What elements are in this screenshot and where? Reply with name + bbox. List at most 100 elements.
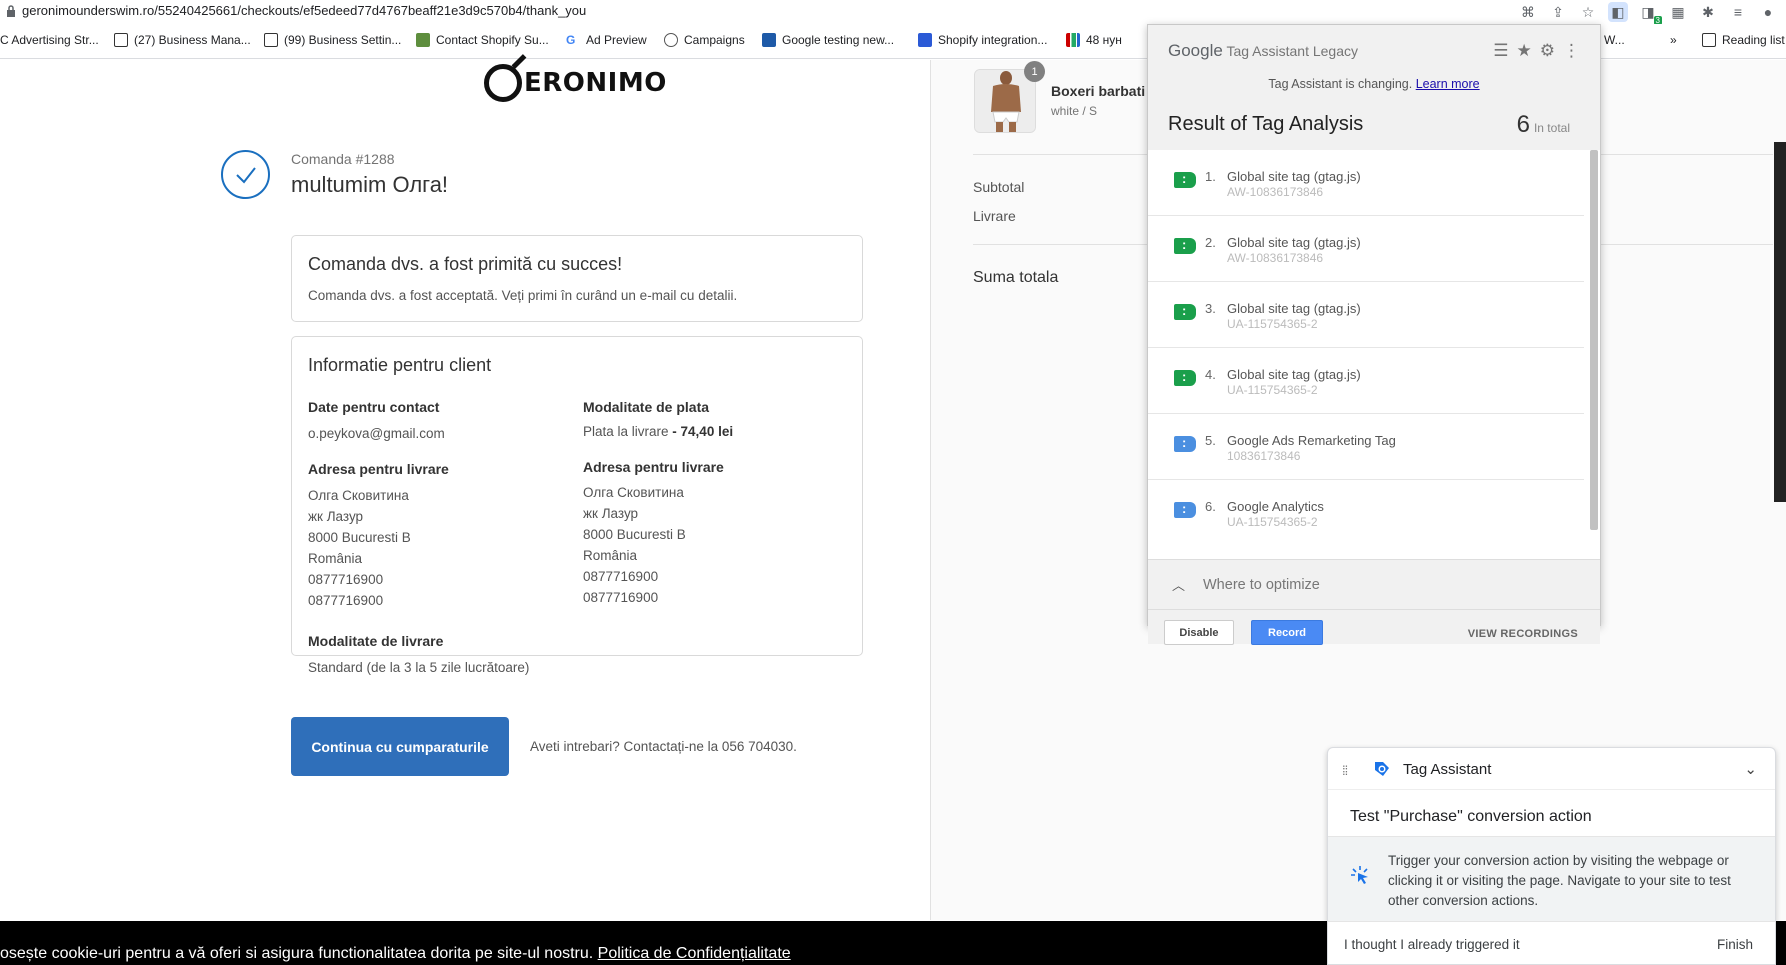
bookmark-item[interactable]: (27) Business Mana... [114,33,251,47]
bookmark-item[interactable]: G Ad Preview [566,33,647,47]
browser-url-bar[interactable]: geronimounderswim.ro/55240425661/checkou… [0,0,1786,25]
tap-subtitle: Test "Purchase" conversion action [1350,808,1592,825]
cursor-click-icon [1351,866,1368,884]
share-icon[interactable]: ⇪ [1548,2,1568,22]
translate-icon[interactable]: ⌘ [1518,2,1538,22]
product-quantity-badge: 1 [1024,61,1045,82]
tag-row[interactable]: 4. Global site tag (gtag.js) UA-11575436… [1148,348,1584,414]
billing-address-heading: Adresa pentru livrare [583,459,724,475]
shipping-method-heading: Modalitate de livrare [308,633,444,649]
shipping-label: Livrare [973,208,1016,224]
tag-name: Google Ads Remarketing Tag [1227,433,1396,448]
tag-row[interactable]: 5. Google Ads Remarketing Tag 1083617384… [1148,414,1584,480]
tag-id: AW-10836173846 [1227,185,1324,199]
tag-list-scrollbar[interactable] [1590,150,1598,530]
tag-id: AW-10836173846 [1227,251,1324,265]
order-confirmed-title: Comanda dvs. a fost primită cu succes! [308,254,623,274]
globe-icon [664,33,678,47]
help-contact-text: Aveti intrebari? Contactați-ne la 056 70… [530,739,797,754]
tag-id: UA-115754365-2 [1227,383,1318,397]
chevron-up-icon: ︿ [1172,578,1186,593]
drag-handle-icon[interactable]: ⁞⁞ [1342,763,1348,778]
view-recordings-link[interactable]: VIEW RECORDINGS [1468,628,1578,640]
tag-assistant-logo-icon [1375,762,1389,776]
tag-assistant-badge-extension-icon[interactable]: ◨ 3 [1638,2,1662,25]
tag-name: Google Analytics [1227,499,1324,514]
collapse-icon[interactable]: ⌄ [1744,760,1757,778]
tag-assistant-legacy-popup: Google Tag Assistant Legacy ☰ ★ ⚙ ⋮ Tag … [1147,24,1601,645]
bookmark-item[interactable]: (99) Business Settin... [264,33,401,47]
ta-title: Result of Tag Analysis [1168,113,1364,135]
tap-instructions-box: Trigger your conversion action by visiti… [1328,836,1775,922]
bookmark-favicon-icon [114,33,128,47]
store-logo[interactable]: ERONIMO [484,64,667,102]
tag-icon [1174,171,1196,188]
bookmark-item[interactable]: Contact Shopify Su... [416,33,549,47]
shipping-method: Standard (de la 3 la 5 zile lucrătoare) [308,660,530,675]
tap-instructions: Trigger your conversion action by visiti… [1388,853,1731,908]
tag-icon [1174,369,1196,386]
thank-you-heading: multumim Олга! [291,172,449,197]
logo-mark-icon [484,64,522,102]
seo-icon [762,33,776,47]
url-text[interactable]: geronimounderswim.ro/55240425661/checkou… [22,3,586,18]
where-to-optimize-section[interactable]: ︿ Where to optimize [1148,559,1600,609]
filter-icon[interactable]: ☰ [1493,41,1508,61]
tag-assistant-extension-icon[interactable]: ◧ [1608,2,1628,22]
gear-icon[interactable]: ⚙ [1540,41,1555,61]
tag-row[interactable]: 1. Global site tag (gtag.js) AW-10836173… [1148,150,1584,216]
order-confirmed-box: Comanda dvs. a fost primită cu succes! C… [291,235,863,322]
cookie-text: osește cookie-uri pentru a vă oferi si a… [0,945,791,962]
continue-shopping-button[interactable]: Continua cu cumparaturile [291,717,509,776]
customer-info-box: Informatie pentru client Date pentru con… [291,336,863,675]
record-button[interactable]: Record [1251,620,1323,645]
reading-list-icon [1702,33,1716,47]
ta-brand: Google Tag Assistant Legacy [1168,41,1358,60]
ta-footer: Disable Record VIEW RECORDINGS [1148,609,1600,645]
payment-method: Plata la livrare - 74,40 lei [583,424,734,439]
tag-row[interactable]: 3. Global site tag (gtag.js) UA-11575436… [1148,282,1584,348]
reading-list-button[interactable]: Reading list [1702,33,1785,47]
more-vert-icon[interactable]: ⋮ [1563,41,1580,61]
tag-list: 1. Global site tag (gtag.js) AW-10836173… [1148,150,1600,560]
tag-name: Global site tag (gtag.js) [1227,235,1361,250]
bookmark-star-icon[interactable]: ☆ [1578,2,1598,22]
contact-email: o.peykova@gmail.com [308,426,445,441]
already-triggered-link[interactable]: I thought I already triggered it [1344,937,1520,952]
learn-more-link[interactable]: Learn more [1416,77,1480,91]
tag-name: Global site tag (gtag.js) [1227,367,1361,382]
privacy-policy-link[interactable]: Politica de Confidențialitate [598,945,791,962]
shopify-icon [416,33,430,47]
bookmark-item[interactable]: Google testing new... [762,33,894,47]
star-icon[interactable]: ★ [1517,41,1532,61]
bookmarks-overflow-button[interactable]: » [1670,33,1677,47]
lock-icon [7,5,15,17]
tag-id: 10836173846 [1227,449,1301,463]
product-variant: white / S [1051,104,1098,118]
customer-info-title: Informatie pentru client [308,355,492,375]
tag-id: UA-115754365-2 [1227,515,1318,529]
tag-row[interactable]: 6. Google Analytics UA-115754365-2 [1148,480,1584,546]
profile-avatar-icon[interactable]: ● [1758,2,1778,22]
tag-name: Global site tag (gtag.js) [1227,301,1361,316]
shipping-address-heading: Adresa pentru livrare [308,461,449,477]
bookmark-item[interactable]: C Advertising Str... [0,33,99,47]
reading-list-icon[interactable]: ≡ [1728,2,1748,22]
contact-heading: Date pentru contact [308,399,440,415]
tag-row[interactable]: 2. Global site tag (gtag.js) AW-10836173… [1148,216,1584,282]
tag-assistant-panel: ⁞⁞ Tag Assistant ⌄ Test "Purchase" conve… [1327,747,1776,965]
billing-address: Олга Сковитина жк Лазур 8000 Bucuresti B… [583,485,686,605]
bookmark-item[interactable]: Shopify integration... [918,33,1047,47]
chart-icon [1066,33,1080,47]
extension-icon[interactable]: ▦ [1668,2,1688,22]
puzzle-extensions-icon[interactable]: ✱ [1698,2,1718,22]
bookmark-item[interactable]: Campaigns [664,33,745,47]
finish-button[interactable]: Finish [1717,937,1753,952]
ta-total-count: 6 In total [1516,111,1570,138]
ta-changing-notice: Tag Assistant is changing. Learn more [1268,77,1480,91]
arrow-icon [918,33,932,47]
bookmark-item[interactable]: 48 нун [1066,33,1122,47]
checkmark-circle-icon [221,150,270,199]
disable-button[interactable]: Disable [1164,620,1234,645]
product-name: Boxeri barbati n [1051,83,1158,99]
